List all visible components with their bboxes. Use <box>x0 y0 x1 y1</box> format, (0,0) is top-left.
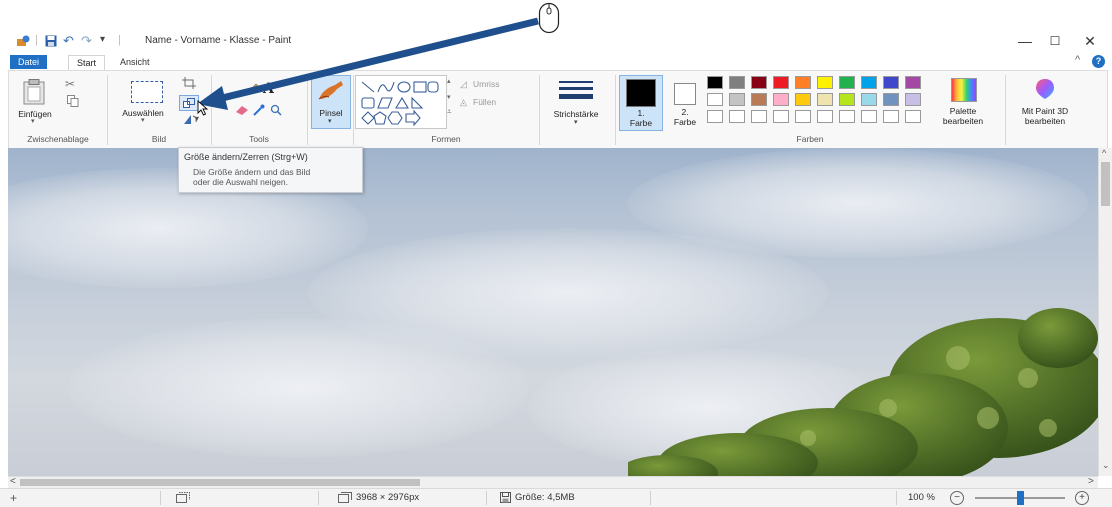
scroll-right-icon[interactable]: > <box>1088 476 1094 487</box>
zoom-slider-thumb[interactable] <box>1017 491 1024 505</box>
cloud <box>628 148 1088 258</box>
scroll-down-icon[interactable]: ⌄ <box>1102 460 1110 471</box>
scroll-up-icon[interactable]: ^ <box>1102 148 1106 158</box>
selection-size-icon <box>176 492 190 506</box>
status-separator <box>650 491 651 505</box>
cloud <box>68 318 528 458</box>
status-bar: + 3968 × 2976px Größe: 4,5MB 100 % − + <box>0 488 1112 507</box>
mouse-icon <box>538 2 560 34</box>
file-size: Größe: 4,5MB <box>515 492 575 503</box>
vertical-scrollbar[interactable]: ^ ⌄ <box>1098 148 1112 476</box>
drawing-canvas[interactable] <box>8 148 1098 476</box>
tooltip-line1: Die Größe ändern und das Bild <box>193 167 311 177</box>
scroll-left-icon[interactable]: < <box>10 476 16 487</box>
image-size-icon <box>338 492 352 506</box>
horizontal-scroll-thumb[interactable] <box>20 479 420 486</box>
move-cursor-icon: + <box>10 491 18 505</box>
zoom-in-button[interactable]: + <box>1075 491 1089 505</box>
zoom-slider[interactable] <box>975 491 1065 505</box>
status-separator <box>160 491 161 505</box>
status-separator <box>896 491 897 505</box>
zoom-level: 100 % <box>908 492 935 503</box>
status-separator <box>318 491 319 505</box>
zoom-out-button[interactable]: − <box>950 491 964 505</box>
cursor-icon <box>197 100 209 116</box>
status-separator <box>486 491 487 505</box>
tooltip-line2: oder die Auswahl neigen. <box>193 177 288 187</box>
tree-foliage <box>628 308 1098 476</box>
file-size-icon <box>500 492 511 506</box>
vertical-scroll-thumb[interactable] <box>1101 162 1110 206</box>
image-dimensions: 3968 × 2976px <box>356 492 420 503</box>
